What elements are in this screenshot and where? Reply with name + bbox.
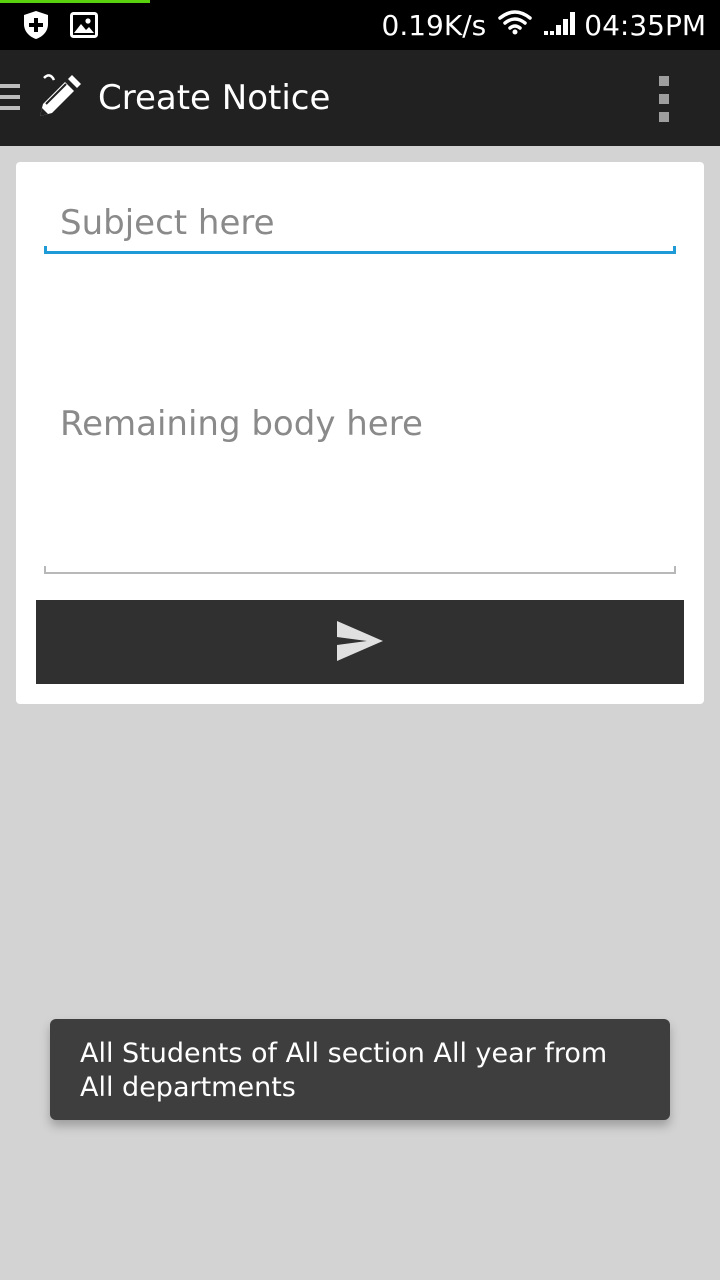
drawer-menu-icon[interactable] (0, 84, 20, 114)
toast-message: All Students of All section All year fro… (50, 1019, 670, 1120)
subject-input[interactable] (60, 196, 660, 250)
network-speed: 0.19K/s (381, 8, 487, 42)
body-field (44, 292, 676, 574)
status-system-info: 0.19K/s 04:35PM (382, 0, 706, 50)
signal-icon (544, 9, 578, 42)
wifi-icon (498, 9, 533, 42)
subject-underline (44, 246, 676, 254)
body-underline (44, 566, 676, 574)
status-bar: 0.19K/s 04:35PM (0, 0, 720, 50)
send-icon (335, 619, 385, 666)
more-vert-icon[interactable] (652, 76, 676, 122)
page-title: Create Notice (98, 78, 331, 118)
body-input[interactable] (60, 292, 660, 562)
subject-field (44, 196, 676, 254)
send-button[interactable] (36, 600, 684, 684)
shield-plus-icon (22, 10, 50, 45)
screen: 0.19K/s 04:35PM Create Notice Subject he… (0, 0, 720, 1280)
action-bar: Create Notice (0, 50, 720, 146)
image-icon (70, 12, 98, 43)
clock: 04:35PM (584, 8, 706, 42)
notice-form-card (16, 162, 704, 704)
status-notification-icons (22, 10, 98, 45)
status-progress-indicator (0, 0, 150, 3)
pencil-icon[interactable] (32, 72, 84, 124)
